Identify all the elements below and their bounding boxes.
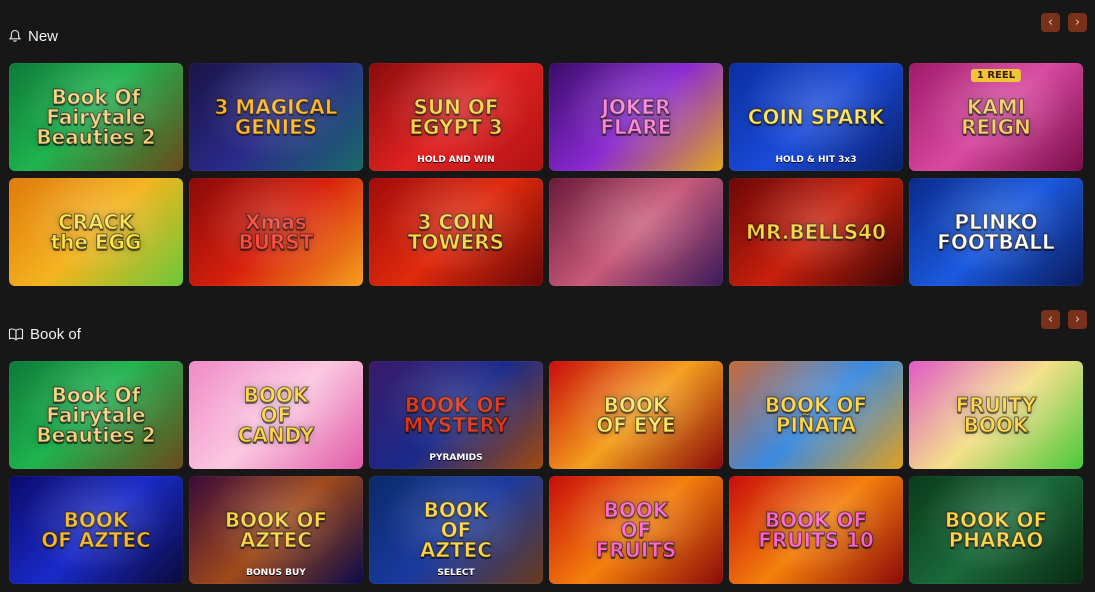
book-icon	[8, 327, 24, 341]
game-title: 3 MAGICAL GENIES	[214, 95, 338, 139]
game-tile[interactable]: BOOK OF AZTEC BONUS BUY	[189, 476, 363, 584]
game-tile[interactable]: BOOK OF AZTEC	[9, 476, 183, 584]
game-subtitle: BONUS BUY	[246, 568, 306, 578]
game-grid: Book Of Fairytale Beauties 2 3 MAGICAL GE…	[9, 63, 1083, 286]
game-title: Xmas BURST	[238, 210, 314, 254]
game-badge: 1 REEL	[970, 69, 1022, 82]
bell-icon	[8, 29, 22, 43]
game-title: CRACK the EGG	[50, 210, 142, 254]
game-title: MR.BELLS40	[746, 220, 887, 244]
game-title: Book Of Fairytale Beauties 2	[36, 85, 156, 149]
game-title: BOOK OF AZTEC	[224, 508, 328, 552]
game-title: BOOK OF PHARAO	[944, 508, 1048, 552]
next-button[interactable]: ›	[1068, 310, 1087, 329]
game-title: COIN SPARK	[747, 105, 885, 129]
next-button[interactable]: ›	[1068, 13, 1087, 32]
game-title: BOOK OF AZTEC	[41, 508, 152, 552]
game-tile[interactable]: BOOK OF CANDY	[189, 361, 363, 469]
game-tile[interactable]: SUN OF EGYPT 3 HOLD AND WIN	[369, 63, 543, 171]
game-tile[interactable]: BOOK OF FRUITS	[549, 476, 723, 584]
game-title: BOOK OF FRUITS	[595, 498, 677, 562]
game-subtitle: SELECT	[437, 568, 475, 578]
game-title: SUN OF EGYPT 3	[409, 95, 503, 139]
game-grid: Book Of Fairytale Beauties 2 BOOK OF CAND…	[9, 361, 1083, 584]
game-tile[interactable]: BOOK OF FRUITS 10	[729, 476, 903, 584]
game-tile[interactable]: 3 COIN TOWERS	[369, 178, 543, 286]
game-subtitle: PYRAMIDS	[429, 453, 483, 463]
game-tile[interactable]: Book Of Fairytale Beauties 2	[9, 361, 183, 469]
game-title: BOOK OF FRUITS 10	[758, 508, 875, 552]
prev-button[interactable]: ‹	[1041, 13, 1060, 32]
game-tile[interactable]: Xmas BURST	[189, 178, 363, 286]
game-title: BOOK OF CANDY	[237, 383, 315, 447]
game-tile[interactable]: JOKER FLARE	[549, 63, 723, 171]
game-subtitle: HOLD & HIT 3x3	[775, 155, 857, 165]
game-tile[interactable]: BOOK OF MYSTERY PYRAMIDS	[369, 361, 543, 469]
section-title: Book of	[30, 325, 81, 343]
game-title: KAMI REIGN	[961, 95, 1032, 139]
game-tile[interactable]: BOOK OF AZTEC SELECT	[369, 476, 543, 584]
game-tile[interactable]	[549, 178, 723, 286]
game-tile[interactable]: FRUITY BOOK	[909, 361, 1083, 469]
game-tile[interactable]: PLINKO FOOTBALL	[909, 178, 1083, 286]
game-tile[interactable]: BOOK OF PHARAO	[909, 476, 1083, 584]
game-tile[interactable]: 1 REEL KAMI REIGN	[909, 63, 1083, 171]
carousel-nav: ‹ ›	[1041, 310, 1087, 329]
section-title: New	[28, 27, 59, 45]
game-title: 3 COIN TOWERS	[407, 210, 505, 254]
tile-glow	[549, 178, 723, 286]
game-tile[interactable]: Book Of Fairytale Beauties 2	[9, 63, 183, 171]
prev-button[interactable]: ‹	[1041, 310, 1060, 329]
game-tile[interactable]: COIN SPARK HOLD & HIT 3x3	[729, 63, 903, 171]
game-title: BOOK OF PIÑATA	[764, 393, 868, 437]
game-title: BOOK OF AZTEC	[420, 498, 493, 562]
game-tile[interactable]: CRACK the EGG	[9, 178, 183, 286]
game-title: PLINKO FOOTBALL	[937, 210, 1056, 254]
game-title: BOOK OF EYE	[596, 393, 676, 437]
game-title: JOKER FLARE	[600, 95, 672, 139]
game-tile[interactable]: 3 MAGICAL GENIES	[189, 63, 363, 171]
section-header: Book of	[8, 323, 81, 345]
game-tile[interactable]: BOOK OF EYE	[549, 361, 723, 469]
game-tile[interactable]: MR.BELLS40	[729, 178, 903, 286]
carousel-nav: ‹ ›	[1041, 13, 1087, 32]
game-tile[interactable]: BOOK OF PIÑATA	[729, 361, 903, 469]
game-subtitle: HOLD AND WIN	[417, 155, 495, 165]
section-header: New	[8, 25, 58, 47]
game-title: BOOK OF MYSTERY	[403, 393, 509, 437]
game-title: FRUITY BOOK	[955, 393, 1037, 437]
game-title: Book Of Fairytale Beauties 2	[36, 383, 156, 447]
